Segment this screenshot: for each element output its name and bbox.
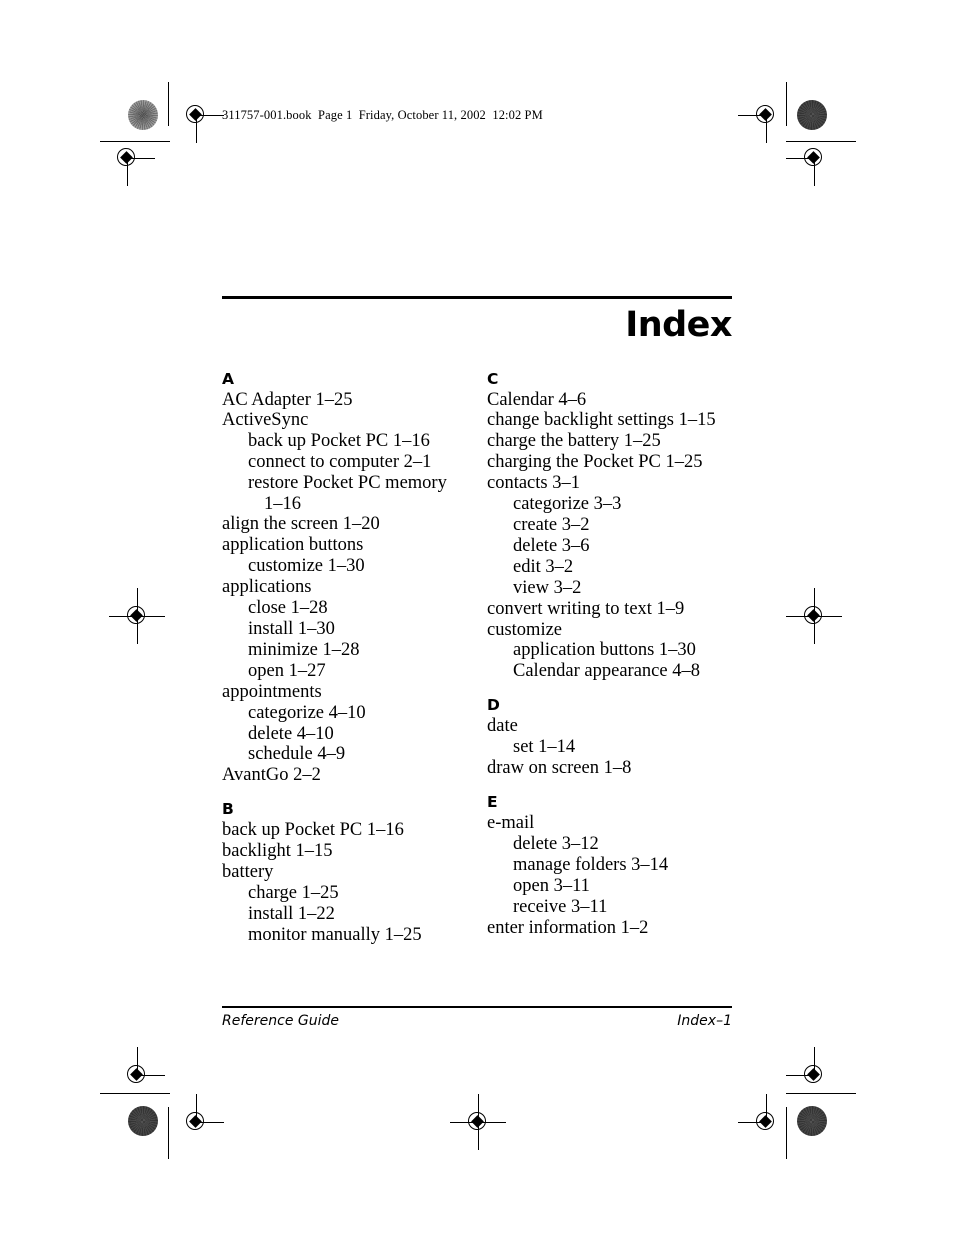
index-subentry: delete 3–6: [513, 535, 590, 556]
index-subentry: charge 1–25: [248, 883, 339, 904]
trim-line-vertical: [786, 82, 787, 126]
footer-rule: [222, 1006, 732, 1008]
index-entry: back up Pocket PC 1–16: [222, 820, 404, 841]
registration-mark-right-upper: [786, 130, 842, 186]
registration-mark-left-middle: [109, 588, 165, 644]
section-letter: E: [487, 793, 498, 811]
index-entry: e-mail: [487, 813, 535, 834]
trim-line-horizontal: [786, 1093, 856, 1094]
page-header-slug: 311757-001.book Page 1 Friday, October 1…: [222, 108, 543, 122]
index-subentry: open 3–11: [513, 875, 590, 896]
registration-mark-left-upper: [99, 130, 155, 186]
trim-line-vertical: [168, 1107, 169, 1159]
index-subentry: categorize 4–10: [248, 702, 366, 723]
index-entry: draw on screen 1–8: [487, 758, 632, 779]
index-subentry: delete 4–10: [248, 723, 334, 744]
index-entry: battery: [222, 862, 274, 883]
index-columns: A AC Adapter 1–25 ActiveSync back up Pocket…: [222, 369, 732, 946]
index-subentry: receive 3–11: [513, 896, 608, 917]
index-entry: change backlight settings 1–15: [487, 410, 716, 431]
halftone-dot: [797, 100, 827, 130]
trim-line-horizontal: [786, 141, 856, 142]
index-entry: enter information 1–2: [487, 917, 649, 938]
footer-document-title: Reference Guide: [222, 1012, 339, 1029]
index-subentry: open 1–27: [248, 660, 326, 681]
index-subentry: delete 3–12: [513, 833, 599, 854]
index-entry: customize: [487, 619, 563, 640]
index-subentry: application buttons 1–30: [513, 640, 696, 661]
trim-line-horizontal: [100, 1093, 170, 1094]
index-subentry: monitor manually 1–25: [248, 924, 422, 945]
registration-mark-bottom-left: [168, 1094, 224, 1150]
section-letter: C: [487, 369, 499, 388]
index-subentry: install 1–30: [248, 619, 335, 640]
index-entry: date: [487, 716, 518, 737]
index-entry: appointments: [222, 681, 322, 702]
footer-page-number: Index–1: [677, 1012, 732, 1029]
index-subentry: minimize 1–28: [248, 639, 360, 660]
registration-mark-top-right: [738, 87, 794, 143]
index-entry: Calendar 4–6: [487, 389, 587, 410]
index-entry: align the screen 1–20: [222, 514, 380, 535]
index-subentry: create 3–2: [513, 514, 590, 535]
index-entry: backlight 1–15: [222, 841, 333, 862]
index-page: Index A AC Adapter 1–25 ActiveSync back up …: [222, 296, 733, 946]
trim-line-horizontal: [100, 141, 170, 142]
index-entry: applications: [222, 577, 312, 598]
index-column-left: A AC Adapter 1–25 ActiveSync back up Pocket…: [222, 369, 467, 946]
index-entry: application buttons: [222, 535, 364, 556]
index-section-a: A AC Adapter 1–25 ActiveSync back up Pocket…: [222, 369, 467, 787]
index-subentry: restore Pocket PC memory 1–16: [248, 473, 452, 514]
page-title: Index: [625, 304, 732, 345]
index-entry: charging the Pocket PC 1–25: [487, 452, 703, 473]
section-letter: B: [222, 800, 234, 819]
title-rule: [222, 296, 732, 299]
index-subentry: schedule 4–9: [248, 744, 346, 765]
index-section-d: Ddate set 1–14 draw on screen 1–8: [487, 697, 732, 779]
registration-mark-right-middle: [786, 588, 842, 644]
index-subentry: customize 1–30: [248, 556, 365, 577]
registration-mark-bottom-right: [738, 1094, 794, 1150]
index-subentry: back up Pocket PC 1–16: [248, 431, 430, 452]
index-subentry: categorize 3–3: [513, 494, 622, 515]
index-section-b: Bback up Pocket PC 1–16 backlight 1–15 bat…: [222, 801, 467, 945]
index-subentry: close 1–28: [248, 598, 328, 619]
index-subentry: install 1–22: [248, 903, 335, 924]
index-subentry: Calendar appearance 4–8: [513, 661, 700, 682]
index-entry: charge the battery 1–25: [487, 431, 661, 452]
index-entry: AvantGo 2–2: [222, 765, 321, 786]
halftone-dot: [128, 1106, 158, 1136]
index-subentry: edit 3–2: [513, 556, 574, 577]
section-letter: D: [487, 696, 500, 715]
halftone-dot: [797, 1106, 827, 1136]
index-column-right: C Calendar 4–6 change backlight settings 1…: [487, 369, 732, 946]
trim-line-vertical: [168, 82, 169, 126]
index-entry: contacts 3–1: [487, 473, 580, 494]
index-subentry: manage folders 3–14: [513, 854, 669, 875]
registration-mark-left-lower: [109, 1047, 165, 1103]
index-entry: convert writing to text 1–9: [487, 598, 685, 619]
index-subentry: set 1–14: [513, 737, 576, 758]
index-subentry: connect to computer 2–1: [248, 452, 432, 473]
trim-line-vertical: [786, 1107, 787, 1159]
registration-mark-top-left: [168, 87, 224, 143]
section-letter: A: [222, 369, 234, 388]
registration-mark-bottom-center: [450, 1094, 506, 1150]
halftone-dot: [128, 100, 158, 130]
index-section-e: Ee-mail delete 3–12 manage folders 3–14 ope…: [487, 793, 732, 938]
index-entry: ActiveSync: [222, 410, 309, 431]
index-entry: AC Adapter 1–25: [222, 389, 353, 410]
index-section-c: C Calendar 4–6 change backlight settings 1…: [487, 369, 732, 683]
page-footer: Reference Guide Index–1: [222, 1006, 732, 1029]
registration-mark-right-lower: [786, 1047, 842, 1103]
index-subentry: view 3–2: [513, 577, 582, 598]
